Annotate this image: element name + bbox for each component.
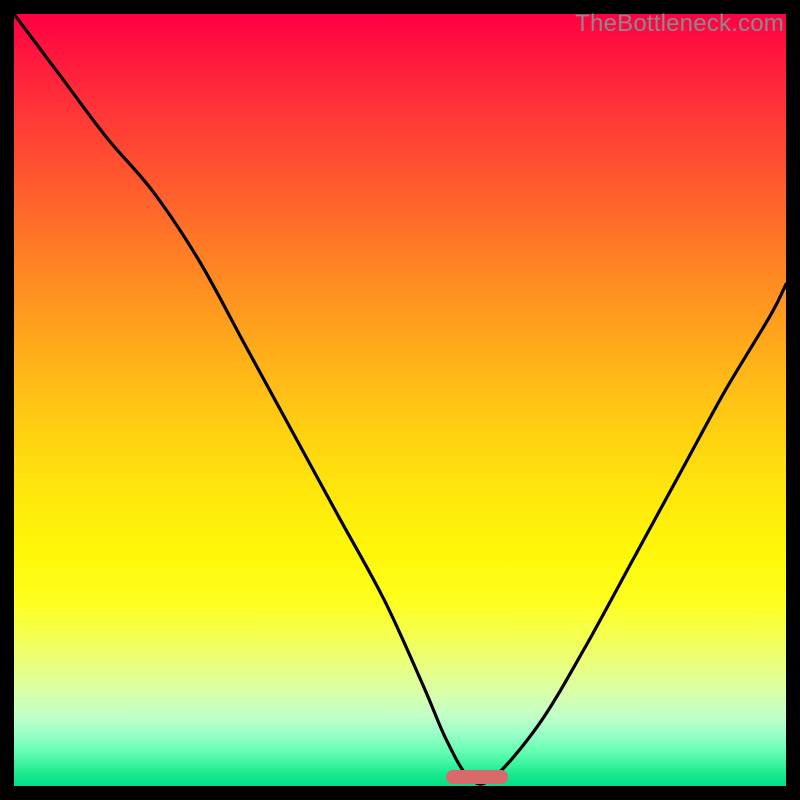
plot-area (14, 14, 786, 786)
watermark-text: TheBottleneck.com (575, 10, 784, 38)
optimal-range-marker (446, 770, 508, 784)
bottleneck-curve (14, 14, 786, 786)
chart-frame: TheBottleneck.com (14, 14, 786, 786)
